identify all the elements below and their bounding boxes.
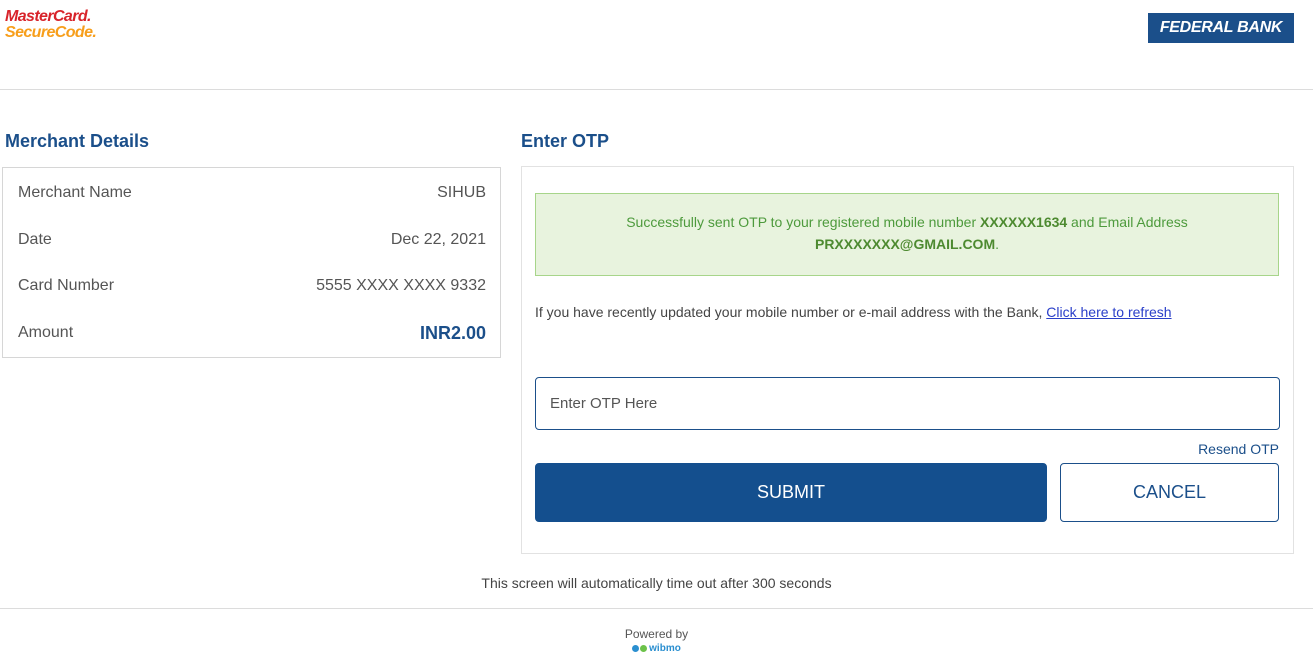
- success-text-part2: and Email Address: [1067, 214, 1188, 230]
- submit-button[interactable]: SUBMIT: [535, 463, 1047, 522]
- date-row: Date Dec 22, 2021: [18, 230, 486, 250]
- card-number-row: Card Number 5555 XXXX XXXX 9332: [18, 276, 486, 296]
- amount-label: Amount: [18, 324, 74, 341]
- footer-divider: [0, 608, 1313, 609]
- card-number-value: 5555 XXXX XXXX 9332: [316, 277, 486, 294]
- masked-email-address: PRXXXXXXX@GMAIL.COM: [814, 236, 996, 252]
- success-text-part3: .: [995, 236, 999, 252]
- success-text-part1: Successfully sent OTP to your registered…: [626, 214, 980, 230]
- powered-by: Powered by wibmo: [0, 627, 1313, 656]
- securecode-logo-text: SecureCode.: [5, 24, 97, 41]
- otp-input[interactable]: [535, 377, 1280, 430]
- federal-bank-logo: FEDERAL BANK: [1148, 13, 1294, 43]
- merchant-details-title: Merchant Details: [5, 131, 150, 151]
- info-text-body: If you have recently updated your mobile…: [535, 304, 1047, 320]
- amount-row: Amount INR2.00: [18, 323, 486, 343]
- otp-sent-success-message: Successfully sent OTP to your registered…: [535, 193, 1279, 276]
- date-label: Date: [18, 231, 52, 248]
- date-value: Dec 22, 2021: [390, 231, 486, 248]
- page-header: MasterCard. SecureCode. FEDERAL BANK: [0, 0, 1313, 90]
- powered-by-text: Powered by: [624, 627, 689, 641]
- mastercard-securecode-logo: MasterCard. SecureCode.: [5, 8, 97, 41]
- wibmo-logo-icon: [632, 645, 648, 652]
- resend-otp-link[interactable]: Resend OTP: [1198, 441, 1279, 457]
- merchant-details-panel: Merchant Name SIHUB Date Dec 22, 2021 Ca…: [2, 167, 501, 358]
- merchant-name-row: Merchant Name SIHUB: [18, 183, 486, 203]
- card-number-label: Card Number: [18, 277, 115, 294]
- refresh-link[interactable]: Click here to refresh: [1046, 304, 1171, 320]
- cancel-button[interactable]: CANCEL: [1060, 463, 1279, 522]
- update-contact-info-text: If you have recently updated your mobile…: [535, 304, 1275, 320]
- otp-panel: Successfully sent OTP to your registered…: [521, 166, 1294, 554]
- masked-mobile-number: XXXXXX1634: [980, 214, 1068, 230]
- amount-value: INR2.00: [419, 322, 486, 343]
- mastercard-logo-text: MasterCard.: [5, 8, 91, 25]
- timeout-notice: This screen will automatically time out …: [481, 575, 832, 591]
- enter-otp-title: Enter OTP: [521, 131, 610, 151]
- merchant-name-value: SIHUB: [437, 184, 486, 201]
- wibmo-logo-text: wibmo: [649, 642, 681, 654]
- wibmo-logo: wibmo: [632, 642, 681, 656]
- merchant-name-label: Merchant Name: [18, 184, 132, 201]
